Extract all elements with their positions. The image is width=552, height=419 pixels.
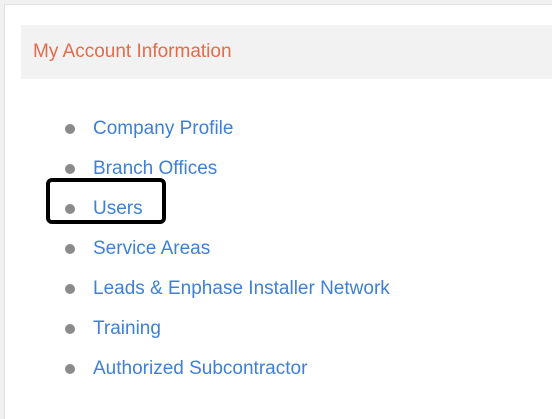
menu-item-training: Training bbox=[5, 309, 525, 349]
bullet-icon bbox=[65, 204, 75, 214]
training-link[interactable]: Training bbox=[93, 317, 161, 341]
account-info-panel: My Account Information Company Profile B… bbox=[4, 4, 552, 419]
panel-title: My Account Information bbox=[33, 41, 232, 62]
bullet-icon bbox=[65, 244, 75, 254]
authorized-subcontractor-link[interactable]: Authorized Subcontractor bbox=[93, 357, 307, 381]
service-areas-link[interactable]: Service Areas bbox=[93, 237, 210, 261]
menu-item-users: Users bbox=[5, 189, 525, 229]
menu-item-leads: Leads & Enphase Installer Network bbox=[5, 269, 525, 309]
menu-item-company-profile: Company Profile bbox=[5, 109, 525, 149]
panel-header: My Account Information bbox=[21, 25, 552, 79]
bullet-icon bbox=[65, 124, 75, 134]
menu-item-service-areas: Service Areas bbox=[5, 229, 525, 269]
users-link[interactable]: Users bbox=[93, 197, 143, 221]
company-profile-link[interactable]: Company Profile bbox=[93, 117, 233, 141]
bullet-icon bbox=[65, 364, 75, 374]
branch-offices-link[interactable]: Branch Offices bbox=[93, 157, 217, 181]
account-menu: Company Profile Branch Offices Users Ser… bbox=[5, 109, 525, 389]
leads-installer-network-link[interactable]: Leads & Enphase Installer Network bbox=[93, 277, 390, 301]
menu-item-authorized-subcontractor: Authorized Subcontractor bbox=[5, 349, 525, 389]
bullet-icon bbox=[65, 324, 75, 334]
menu-item-branch-offices: Branch Offices bbox=[5, 149, 525, 189]
bullet-icon bbox=[65, 164, 75, 174]
bullet-icon bbox=[65, 284, 75, 294]
